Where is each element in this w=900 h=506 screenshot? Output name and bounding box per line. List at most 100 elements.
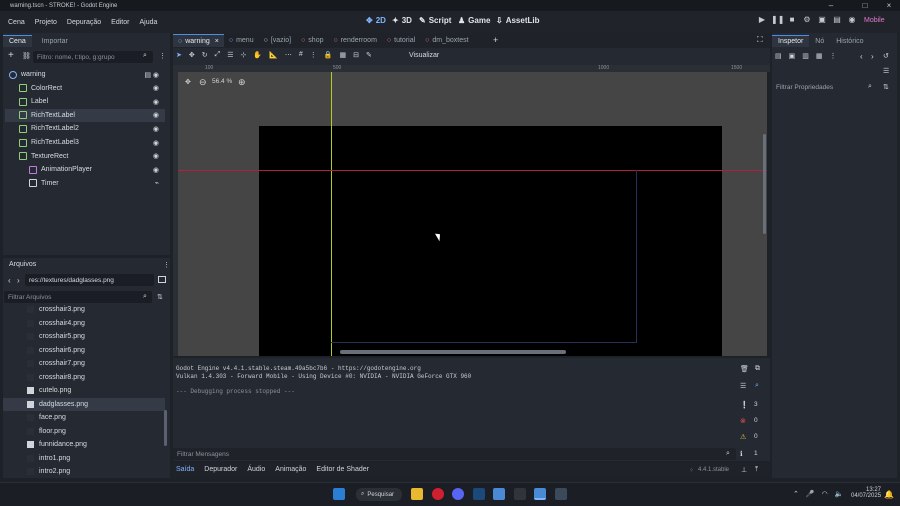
file-item[interactable]: intro2.png: [3, 465, 165, 476]
scale-tool-icon[interactable]: ⤢: [215, 51, 221, 59]
scene-tab-menu[interactable]: ○ menu: [224, 34, 259, 47]
signal-icon[interactable]: ⌁: [155, 179, 159, 187]
pause-icon[interactable]: ❚❚: [771, 15, 784, 28]
file-item[interactable]: crosshair4.png: [3, 317, 165, 330]
menu-depuracao[interactable]: Depuração: [62, 19, 106, 26]
tab-historico[interactable]: Histórico: [830, 35, 869, 47]
more-icon[interactable]: ⋮: [830, 52, 837, 60]
taskbar-search[interactable]: ⌕ Pesquisar: [356, 488, 402, 501]
clear-output-icon[interactable]: 🗑: [740, 365, 749, 373]
scene-tab-vazio[interactable]: ○ [vazio]: [259, 34, 296, 47]
clock[interactable]: 13:27 04/07/2025: [851, 487, 881, 499]
tab-importar[interactable]: Importar: [36, 35, 74, 47]
pin-icon[interactable]: ⊥: [741, 466, 747, 474]
tab-cena[interactable]: Cena: [3, 35, 32, 47]
history-back-icon[interactable]: ‹: [860, 52, 863, 61]
godot-editor-icon[interactable]: [534, 488, 546, 500]
zoom-in-icon[interactable]: ⊕: [238, 77, 246, 88]
scene-node-richtextlabel3[interactable]: RichTextLabel3 ◉: [5, 136, 165, 149]
list-tool-icon[interactable]: ☰: [227, 51, 233, 59]
godot-icon[interactable]: [493, 488, 505, 500]
visibility-eye-icon[interactable]: ◉: [153, 98, 159, 106]
scene-tab-warning[interactable]: ○ warning ×: [173, 34, 224, 47]
warnings-icon[interactable]: ⚠: [740, 433, 746, 441]
copy-output-icon[interactable]: ⧉: [755, 365, 760, 373]
scene-tab-shop[interactable]: ○ shop: [296, 34, 328, 47]
ruler-tool-icon[interactable]: 📐: [269, 51, 278, 59]
file-item[interactable]: cutelo.png: [3, 384, 165, 397]
messages-icon[interactable]: ❕: [740, 401, 749, 409]
file-item[interactable]: intro1.png: [3, 452, 165, 465]
opera-icon[interactable]: [432, 488, 444, 500]
grid-icon[interactable]: #: [299, 51, 303, 59]
scene-node-animationplayer[interactable]: AnimationPlayer ◉: [5, 163, 165, 176]
visibility-eye-icon[interactable]: ◉: [153, 71, 159, 79]
scene-node-label[interactable]: Label ◉: [5, 95, 165, 108]
stop-icon[interactable]: ■: [786, 15, 798, 28]
files-path[interactable]: res://textures/dadglasses.png: [25, 274, 154, 286]
file-item[interactable]: dadglasses.png: [3, 397, 165, 411]
menu-editor[interactable]: Editor: [106, 19, 134, 26]
scene-node-texturerect[interactable]: TextureRect ◉: [5, 150, 165, 163]
zoom-out-icon[interactable]: ⊖: [199, 77, 207, 88]
visibility-eye-icon[interactable]: ◉: [153, 84, 159, 92]
info-icon[interactable]: ℹ: [740, 450, 743, 458]
file-item[interactable]: crosshair5.png: [3, 330, 165, 343]
close-tab-icon[interactable]: ×: [215, 38, 219, 45]
movie-icon[interactable]: ◉: [846, 15, 858, 28]
tab-depurador[interactable]: Depurador: [204, 466, 237, 473]
canvas-vscrollbar[interactable]: [763, 134, 766, 234]
remote-debug-icon[interactable]: ⚙: [801, 15, 813, 28]
workspace-script[interactable]: ✎ Script: [419, 16, 451, 25]
object-history-icon[interactable]: ☰: [883, 67, 889, 75]
wifi-icon[interactable]: ◠: [822, 490, 828, 498]
renderer-select[interactable]: Mobile: [864, 17, 885, 24]
tab-no[interactable]: Nó: [809, 35, 830, 47]
snap-icon[interactable]: ⋯: [285, 51, 292, 59]
errors-icon[interactable]: ⊗: [740, 417, 746, 425]
discord-icon[interactable]: [452, 488, 464, 500]
workspace-assetlib[interactable]: ⇩ AssetLib: [496, 16, 540, 25]
pan-icon[interactable]: ✥: [185, 78, 191, 86]
play-custom-icon[interactable]: ▤: [831, 15, 843, 28]
menu-ajuda[interactable]: Ajuda: [134, 19, 162, 26]
close-window-button[interactable]: ×: [878, 0, 900, 11]
steam-icon[interactable]: [473, 488, 485, 500]
visualize-icon[interactable]: ✎: [366, 51, 372, 59]
file-item[interactable]: crosshair7.png: [3, 357, 165, 370]
filter-options-icon[interactable]: ⇅: [883, 83, 889, 91]
sort-icon[interactable]: ⇅: [157, 293, 163, 301]
menu-projeto[interactable]: Projeto: [30, 19, 62, 26]
history-icon[interactable]: ↺: [883, 52, 889, 60]
app2-icon[interactable]: [555, 488, 567, 500]
add-scene-tab-icon[interactable]: +: [493, 35, 498, 45]
output-filter-input[interactable]: Filtrar Mensagens: [173, 448, 736, 460]
collapse-icon[interactable]: ☰: [740, 382, 746, 390]
scene-node-timer[interactable]: Timer ⌁: [5, 177, 165, 190]
file-item[interactable]: crosshair8.png: [3, 371, 165, 384]
bone-icon[interactable]: ⊟: [353, 51, 359, 59]
minimize-button[interactable]: –: [820, 0, 842, 11]
more-icon[interactable]: ⋮: [159, 52, 166, 60]
workspace-2d[interactable]: ✥ 2D: [366, 16, 386, 25]
more-options-icon[interactable]: ⋮: [310, 51, 317, 59]
expand-panel-icon[interactable]: ⤒: [755, 466, 758, 474]
windows-start-icon[interactable]: [333, 488, 345, 500]
scene-node-colorrect[interactable]: ColorRect ◉: [5, 82, 165, 95]
scene-tab-dm_boxtest[interactable]: ○ dm_boxtest: [420, 34, 473, 47]
file-explorer-icon[interactable]: [411, 488, 423, 500]
search-toggle-icon[interactable]: ⌕: [755, 382, 759, 390]
scene-node-warning[interactable]: warning ◉ ▤: [5, 68, 165, 81]
file-item[interactable]: crosshair6.png: [3, 344, 165, 357]
volume-icon[interactable]: 🔈: [835, 490, 844, 498]
visualizar-menu[interactable]: Visualizar: [409, 52, 439, 59]
distraction-free-icon[interactable]: ⛶: [757, 35, 763, 45]
play-icon[interactable]: ▶: [756, 15, 768, 28]
maximize-button[interactable]: □: [854, 0, 876, 11]
menu-cena[interactable]: Cena: [3, 19, 30, 26]
file-item[interactable]: floor.png: [3, 425, 165, 438]
forward-icon[interactable]: ›: [17, 276, 20, 285]
move-tool-icon[interactable]: ✥: [189, 51, 195, 59]
files-filter-input[interactable]: Filtrar Arquivos: [4, 291, 152, 303]
split-icon[interactable]: [158, 276, 166, 283]
